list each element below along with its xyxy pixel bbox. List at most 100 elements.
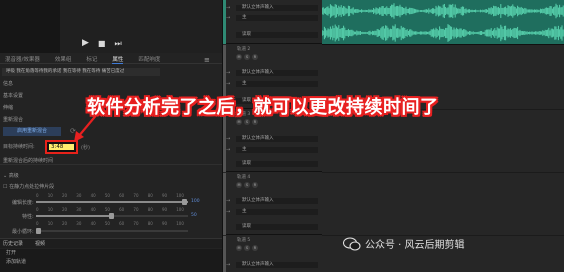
- feature-slider[interactable]: [36, 213, 188, 219]
- edit-length-value[interactable]: 100: [191, 199, 200, 204]
- ruler-tick: 20: [62, 207, 68, 212]
- slider-knob[interactable]: [109, 213, 114, 219]
- skip-to-end-button[interactable]: ⏭: [114, 39, 121, 48]
- ruler-tick: 60: [119, 207, 125, 212]
- tab-properties[interactable]: 属性: [112, 55, 124, 64]
- ruler-tick: 80: [147, 221, 153, 226]
- transport-controls: ▶ ■ ⏭: [82, 39, 122, 49]
- waveform: [321, 3, 564, 42]
- slider-knob[interactable]: [182, 199, 187, 205]
- track-output-select[interactable]: 主: [236, 147, 318, 153]
- watermark-text: 公众号 · 风云后期剪辑: [365, 240, 465, 251]
- tab-markers[interactable]: 标记: [86, 55, 97, 63]
- input-arrow-icon: →: [226, 262, 231, 268]
- track-automation-select[interactable]: 读取: [236, 32, 318, 38]
- track-buttons: M S R: [236, 54, 258, 60]
- output-arrow-icon: →: [226, 209, 231, 215]
- duration-unit: (秒): [81, 145, 90, 151]
- track-output-select[interactable]: 主: [236, 81, 318, 87]
- track-input-select[interactable]: 默认立体声输入: [236, 136, 318, 142]
- timeline-area[interactable]: [321, 0, 564, 272]
- ruler-tick: 0: [36, 221, 39, 226]
- ruler-tick: 10: [47, 221, 53, 226]
- play-button[interactable]: ▶: [82, 39, 89, 48]
- section-stretch[interactable]: 伸缩: [3, 104, 13, 111]
- feature-value[interactable]: 50: [191, 213, 197, 218]
- enable-remix-button[interactable]: 启用重新混合: [3, 127, 61, 136]
- stretch-checkbox-row[interactable]: ☐ 在静力点处拉伸片段: [3, 183, 54, 190]
- wechat-icon: [343, 236, 361, 251]
- record-button[interactable]: R: [252, 54, 258, 60]
- ruler-tick: 70: [133, 207, 139, 212]
- tab-history[interactable]: 历史记录: [3, 240, 23, 247]
- output-arrow-icon: →: [226, 147, 231, 153]
- input-arrow-icon: →: [226, 5, 231, 11]
- tab-video[interactable]: 视频: [35, 240, 45, 247]
- solo-button[interactable]: S: [244, 182, 250, 188]
- track-5: 轨道 5 M S R → 默认立体声输入: [223, 236, 322, 272]
- ruler-tick: 60: [119, 221, 125, 226]
- track-output-select[interactable]: 主: [236, 15, 318, 21]
- tab-effects-group[interactable]: 效果组: [55, 55, 72, 63]
- track-color-bar: [223, 173, 226, 235]
- solo-button[interactable]: S: [244, 245, 250, 251]
- audio-clip[interactable]: [321, 0, 564, 44]
- ruler-tick: 40: [90, 193, 96, 198]
- track-automation-select[interactable]: 读取: [236, 161, 318, 167]
- ruler-tick: 100: [176, 207, 184, 212]
- record-button[interactable]: R: [252, 182, 258, 188]
- track-name[interactable]: 轨道 5: [237, 237, 250, 243]
- clip-name-field[interactable]: 呼吸 我在角落等待我的承诺 我在等待 我在等待 痛苦已度过: [2, 68, 160, 76]
- ruler-tick: 40: [90, 207, 96, 212]
- solo-button[interactable]: S: [244, 119, 250, 125]
- stop-button[interactable]: ■: [98, 39, 106, 48]
- track-output-select[interactable]: 主: [236, 209, 318, 215]
- ruler-tick: 50: [104, 221, 110, 226]
- ruler-tick: 70: [133, 193, 139, 198]
- mute-button[interactable]: M: [236, 54, 242, 60]
- ruler-tick: 20: [62, 193, 68, 198]
- ruler-tick: 80: [147, 207, 153, 212]
- slider-knob[interactable]: [36, 228, 41, 234]
- min-loop-label: 最小循环:: [12, 229, 34, 235]
- history-item-open[interactable]: 打开: [0, 249, 222, 258]
- section-basic-settings[interactable]: 基本设置: [3, 92, 23, 99]
- tab-mixer-effects[interactable]: 混音器/效果器: [5, 55, 40, 63]
- mute-button[interactable]: M: [236, 245, 242, 251]
- track-separator: [322, 172, 564, 173]
- ruler-tick: 80: [147, 193, 153, 198]
- track-input-select[interactable]: 默认立体声输入: [236, 70, 318, 76]
- ruler-tick: 30: [76, 193, 82, 198]
- target-duration-label: 目标持续时间:: [3, 144, 35, 150]
- section-remix[interactable]: 重新混合: [3, 116, 23, 123]
- track-automation-select[interactable]: 读取: [236, 224, 318, 230]
- panel-menu-icon[interactable]: ≡: [204, 56, 210, 64]
- solo-button[interactable]: S: [244, 54, 250, 60]
- track-input-select[interactable]: 默认立体声输入: [236, 5, 318, 11]
- annotation-caption: 软件分析完了之后，就可以更改持续时间了: [87, 97, 439, 118]
- target-duration-value[interactable]: 3:48: [49, 144, 74, 150]
- duration-hint: 重新混合后的持续时间: [3, 158, 54, 164]
- section-advanced[interactable]: ⌄ 高级: [3, 172, 19, 179]
- mute-button[interactable]: M: [236, 119, 242, 125]
- record-button[interactable]: R: [252, 119, 258, 125]
- track-headers: → 默认立体声输入 → 主 读取 轨道 2 M S R → 默认立体声输入 → …: [222, 0, 322, 272]
- output-arrow-icon: →: [226, 15, 231, 21]
- tab-match-loudness[interactable]: 匹配响度: [138, 55, 160, 63]
- history-item-add-track[interactable]: 添加轨道: [0, 258, 222, 267]
- section-info[interactable]: 信息: [3, 80, 13, 87]
- edit-length-label: 编辑长度:: [12, 200, 34, 206]
- ruler-tick: 70: [133, 221, 139, 226]
- preview-shade: [0, 0, 60, 53]
- mute-button[interactable]: M: [236, 182, 242, 188]
- ruler-tick: 10: [47, 207, 53, 212]
- ruler-tick: 10: [47, 193, 53, 198]
- edit-length-slider[interactable]: [36, 199, 188, 205]
- track-name[interactable]: 轨道 4: [237, 174, 250, 180]
- min-loop-slider[interactable]: [36, 228, 188, 234]
- track-input-select[interactable]: 默认立体声输入: [236, 198, 318, 204]
- track-input-select[interactable]: 默认立体声输入: [236, 262, 318, 268]
- ruler-tick: 30: [76, 207, 82, 212]
- track-name[interactable]: 轨道 2: [237, 46, 250, 52]
- record-button[interactable]: R: [252, 245, 258, 251]
